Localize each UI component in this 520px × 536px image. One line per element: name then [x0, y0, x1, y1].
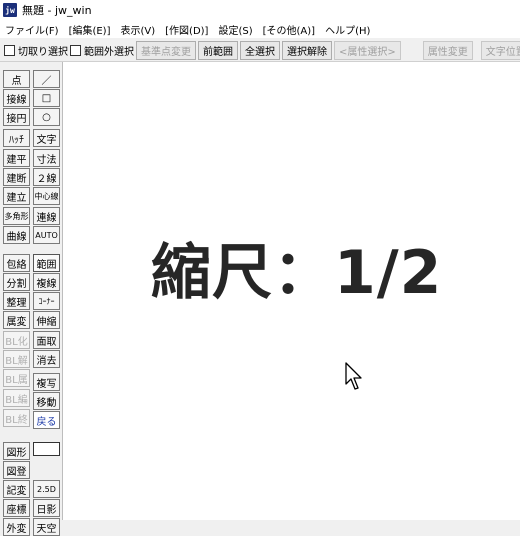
select-all-button[interactable]: 全選択 — [240, 40, 280, 60]
tool-curve[interactable]: 曲線 — [3, 226, 30, 244]
tool-offset-line[interactable]: 複線 — [33, 273, 60, 291]
tool-stretch[interactable]: 伸縮 — [33, 311, 60, 329]
tool-double-line[interactable]: ２線 — [33, 168, 60, 186]
tool-envelope[interactable]: 包絡 — [3, 254, 30, 272]
menu-file[interactable]: ファイル(F) — [0, 22, 64, 37]
tool-figure[interactable]: 図形 — [3, 442, 30, 460]
tool-chamfer[interactable]: 面取 — [33, 331, 60, 349]
tool-tangent-line[interactable]: 接線 — [3, 89, 30, 107]
tool-line[interactable]: ／ — [33, 70, 60, 88]
tool-block-attribute[interactable]: BL属 — [3, 369, 30, 387]
drawing-canvas[interactable]: 縮尺：1/2 — [63, 62, 520, 520]
tool-attribute-change[interactable]: 属変 — [3, 311, 30, 329]
tool-building-plan[interactable]: 建平 — [3, 149, 30, 167]
checkbox-label: 範囲外選択 — [84, 46, 134, 58]
tool-range[interactable]: 範囲 — [33, 254, 60, 272]
tool-2-5d[interactable]: 2.5D — [33, 480, 60, 498]
tool-divide[interactable]: 分割 — [3, 273, 30, 291]
line-type-indicator[interactable] — [33, 442, 60, 456]
attribute-change-button[interactable]: 属性変更 — [422, 40, 473, 60]
tool-block-edit[interactable]: BL編 — [3, 389, 30, 407]
menu-bar: ファイル(F) [編集(E)] 表示(V) [作図(D)] 設定(S) [その他… — [0, 20, 520, 38]
menu-draw[interactable]: [作図(D)] — [160, 22, 213, 37]
tool-sky-view[interactable]: 天空 — [33, 518, 60, 536]
tool-figure-register[interactable]: 図登 — [3, 461, 30, 479]
tool-auto[interactable]: AUTO — [33, 226, 60, 244]
tool-continuous-line[interactable]: 連線 — [33, 207, 60, 225]
scale-overlay-text: 縮尺：1/2 — [151, 238, 443, 308]
outside-select-checkbox[interactable]: 範囲外選択 — [70, 43, 134, 58]
menu-edit[interactable]: [編集(E)] — [64, 22, 116, 37]
checkbox-box[interactable] — [4, 44, 15, 56]
tool-building-elevation[interactable]: 建立 — [3, 187, 30, 205]
tool-move[interactable]: 移動 — [33, 392, 60, 410]
tool-rectangle[interactable]: □ — [33, 89, 60, 107]
menu-help[interactable]: ヘルプ(H) — [320, 22, 375, 37]
app-icon: jw — [3, 3, 17, 17]
deselect-button[interactable]: 選択解除 — [282, 40, 332, 60]
change-base-point-button[interactable]: 基準点変更 — [136, 40, 196, 60]
tool-block-release[interactable]: BL解 — [3, 350, 30, 368]
cut-select-checkbox[interactable]: 切取り選択 — [4, 43, 68, 58]
tool-polygon[interactable]: 多角形 — [3, 207, 30, 225]
checkbox-label: 切取り選択 — [18, 46, 68, 58]
previous-range-button[interactable]: 前範囲 — [198, 40, 238, 60]
title-bar: jw 無題 - jw_win — [0, 0, 520, 20]
selection-toolbar: 切取り選択 範囲外選択 基準点変更 前範囲 全選択 選択解除 <属性選択> 属性… — [0, 39, 520, 62]
tool-circle[interactable]: ○ — [33, 108, 60, 126]
tool-center-line[interactable]: 中心線 — [33, 187, 60, 205]
tool-dimension[interactable]: 寸法 — [33, 149, 60, 167]
tool-panel: 点 接線 接円 ﾊｯﾁ 建平 建断 建立 多角形 曲線 包絡 分割 整理 属変 … — [0, 62, 63, 536]
tool-text[interactable]: 文字 — [33, 129, 60, 147]
tool-block-end[interactable]: BL終 — [3, 409, 30, 427]
tool-external-change[interactable]: 外変 — [3, 518, 30, 536]
checkbox-box[interactable] — [70, 44, 81, 56]
tool-hatch[interactable]: ﾊｯﾁ — [3, 129, 30, 147]
tool-coordinates[interactable]: 座標 — [3, 499, 30, 517]
menu-settings[interactable]: 設定(S) — [213, 22, 257, 37]
tool-corner[interactable]: ｺｰﾅｰ — [33, 292, 60, 310]
menu-other[interactable]: [その他(A)] — [258, 22, 320, 37]
tool-symbol-change[interactable]: 記変 — [3, 480, 30, 498]
tool-block-create[interactable]: BL化 — [3, 331, 30, 349]
menu-view[interactable]: 表示(V) — [116, 22, 161, 37]
tool-sun-shadow[interactable]: 日影 — [33, 499, 60, 517]
tool-organize[interactable]: 整理 — [3, 292, 30, 310]
tool-building-section[interactable]: 建断 — [3, 168, 30, 186]
mouse-pointer-icon — [345, 362, 362, 390]
tool-point[interactable]: 点 — [3, 70, 30, 88]
tool-erase[interactable]: 消去 — [33, 350, 60, 368]
tool-undo[interactable]: 戻る — [33, 411, 60, 429]
window-title: 無題 - jw_win — [22, 4, 92, 17]
tool-copy[interactable]: 複写 — [33, 373, 60, 391]
tool-tangent-circle[interactable]: 接円 — [3, 108, 30, 126]
attribute-select-button[interactable]: <属性選択> — [334, 40, 401, 60]
text-position-button[interactable]: 文字位置 — [480, 40, 520, 60]
